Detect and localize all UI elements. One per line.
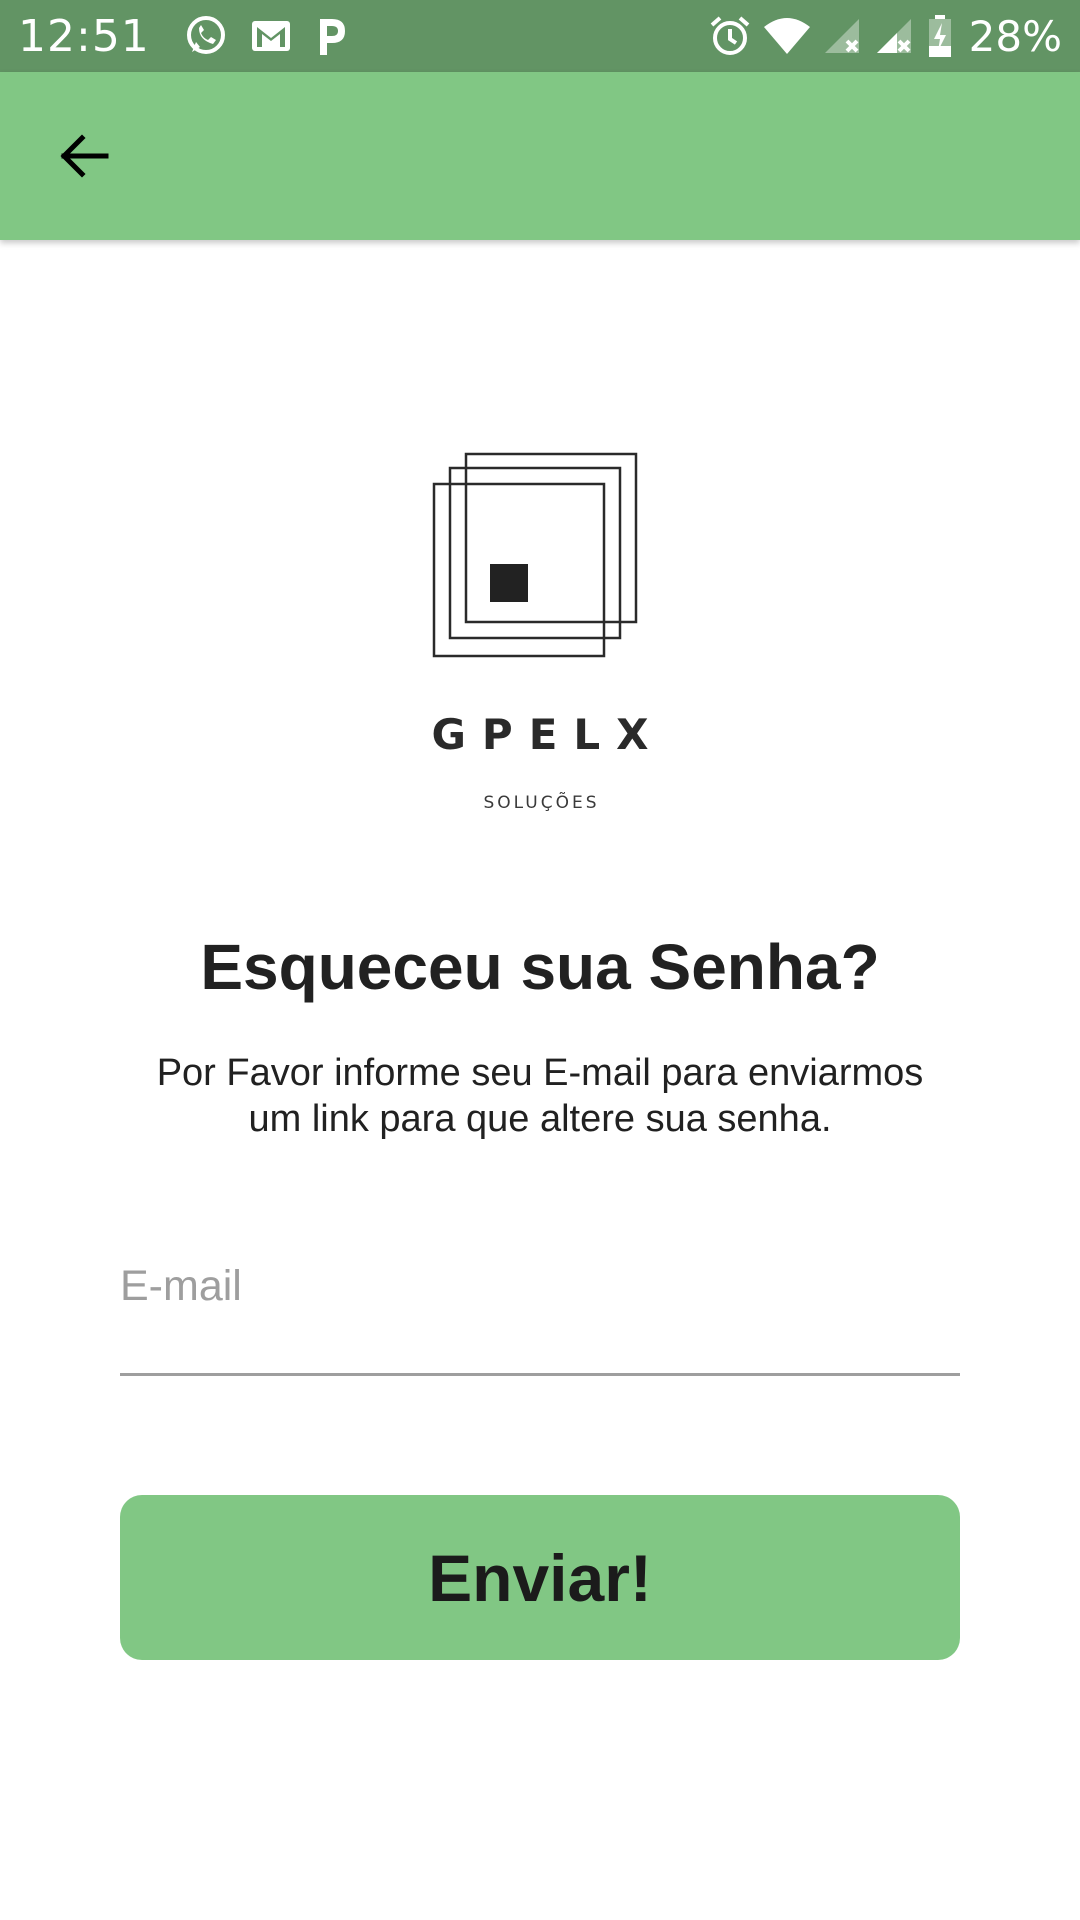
signal-no-data-icon <box>875 17 915 55</box>
page-description: Por Favor informe seu E-mail para enviar… <box>120 1050 960 1142</box>
back-button[interactable] <box>24 96 144 216</box>
battery-charging-icon <box>927 14 953 58</box>
email-input[interactable] <box>120 1248 960 1373</box>
logo-wordmark: GPELX <box>431 710 665 759</box>
description-line-1: Por Favor informe seu E-mail para enviar… <box>156 1052 924 1094</box>
alarm-icon <box>709 15 751 57</box>
arrow-back-icon <box>60 134 109 178</box>
whatsapp-icon <box>184 14 228 58</box>
email-field <box>120 1248 960 1376</box>
description-line-2: um link para que altere sua senha. <box>248 1098 832 1140</box>
status-bar-left: 12:51 <box>18 11 370 62</box>
app-bar <box>0 72 1080 240</box>
signal-no-data-icon <box>823 17 863 55</box>
send-button[interactable]: Enviar! <box>120 1495 960 1660</box>
wifi-icon <box>763 17 811 55</box>
gmail-icon <box>250 19 292 53</box>
status-bar: 12:51 28% <box>0 0 1080 72</box>
status-time: 12:51 <box>18 10 150 62</box>
battery-percentage: 28% <box>968 11 1062 61</box>
p-app-icon <box>314 15 348 57</box>
logo-tagline: SOLUÇÕES <box>483 793 600 813</box>
status-bar-right: 28% <box>709 12 1062 61</box>
forgot-password-screen: GPELX SOLUÇÕES Esqueceu sua Senha? Por F… <box>0 240 1080 1920</box>
page-title: Esqueceu sua Senha? <box>200 931 880 1003</box>
logo-squares-icon <box>432 452 638 658</box>
gpelx-logo: GPELX SOLUÇÕES <box>0 450 1080 813</box>
